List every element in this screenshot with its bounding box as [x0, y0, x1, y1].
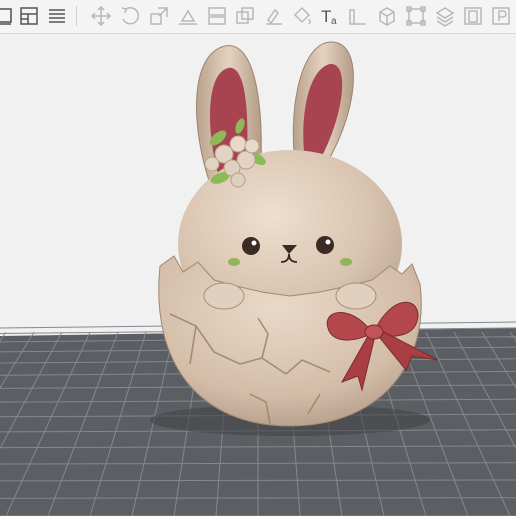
bounding-box-icon[interactable]: [404, 4, 428, 28]
text-icon[interactable]: Ta: [318, 4, 342, 28]
layers-icon[interactable]: [433, 4, 457, 28]
layout-panel-icon[interactable]: [17, 4, 41, 28]
right-paw: [335, 282, 377, 310]
3d-viewport[interactable]: [0, 34, 516, 516]
cut-icon[interactable]: [205, 4, 229, 28]
support-paint-icon[interactable]: [262, 4, 286, 28]
bunny-egg-model[interactable]: [158, 41, 439, 427]
measure-icon[interactable]: [346, 4, 370, 28]
list-lines-icon[interactable]: [45, 4, 69, 28]
place-on-face-icon[interactable]: [176, 4, 200, 28]
left-paw: [203, 282, 245, 310]
assembly-cube-icon[interactable]: [375, 4, 399, 28]
svg-text:a: a: [331, 16, 337, 27]
select-box-icon[interactable]: [0, 4, 16, 28]
toolbar: Ta: [0, 0, 516, 34]
move-arrows-icon[interactable]: [89, 4, 113, 28]
plate-icon[interactable]: [489, 4, 513, 28]
boolean-icon[interactable]: [233, 4, 257, 28]
rotate-icon[interactable]: [118, 4, 142, 28]
color-paint-icon[interactable]: [290, 4, 314, 28]
scale-icon[interactable]: [147, 4, 171, 28]
svg-text:T: T: [321, 7, 331, 26]
object-icon[interactable]: [461, 4, 485, 28]
